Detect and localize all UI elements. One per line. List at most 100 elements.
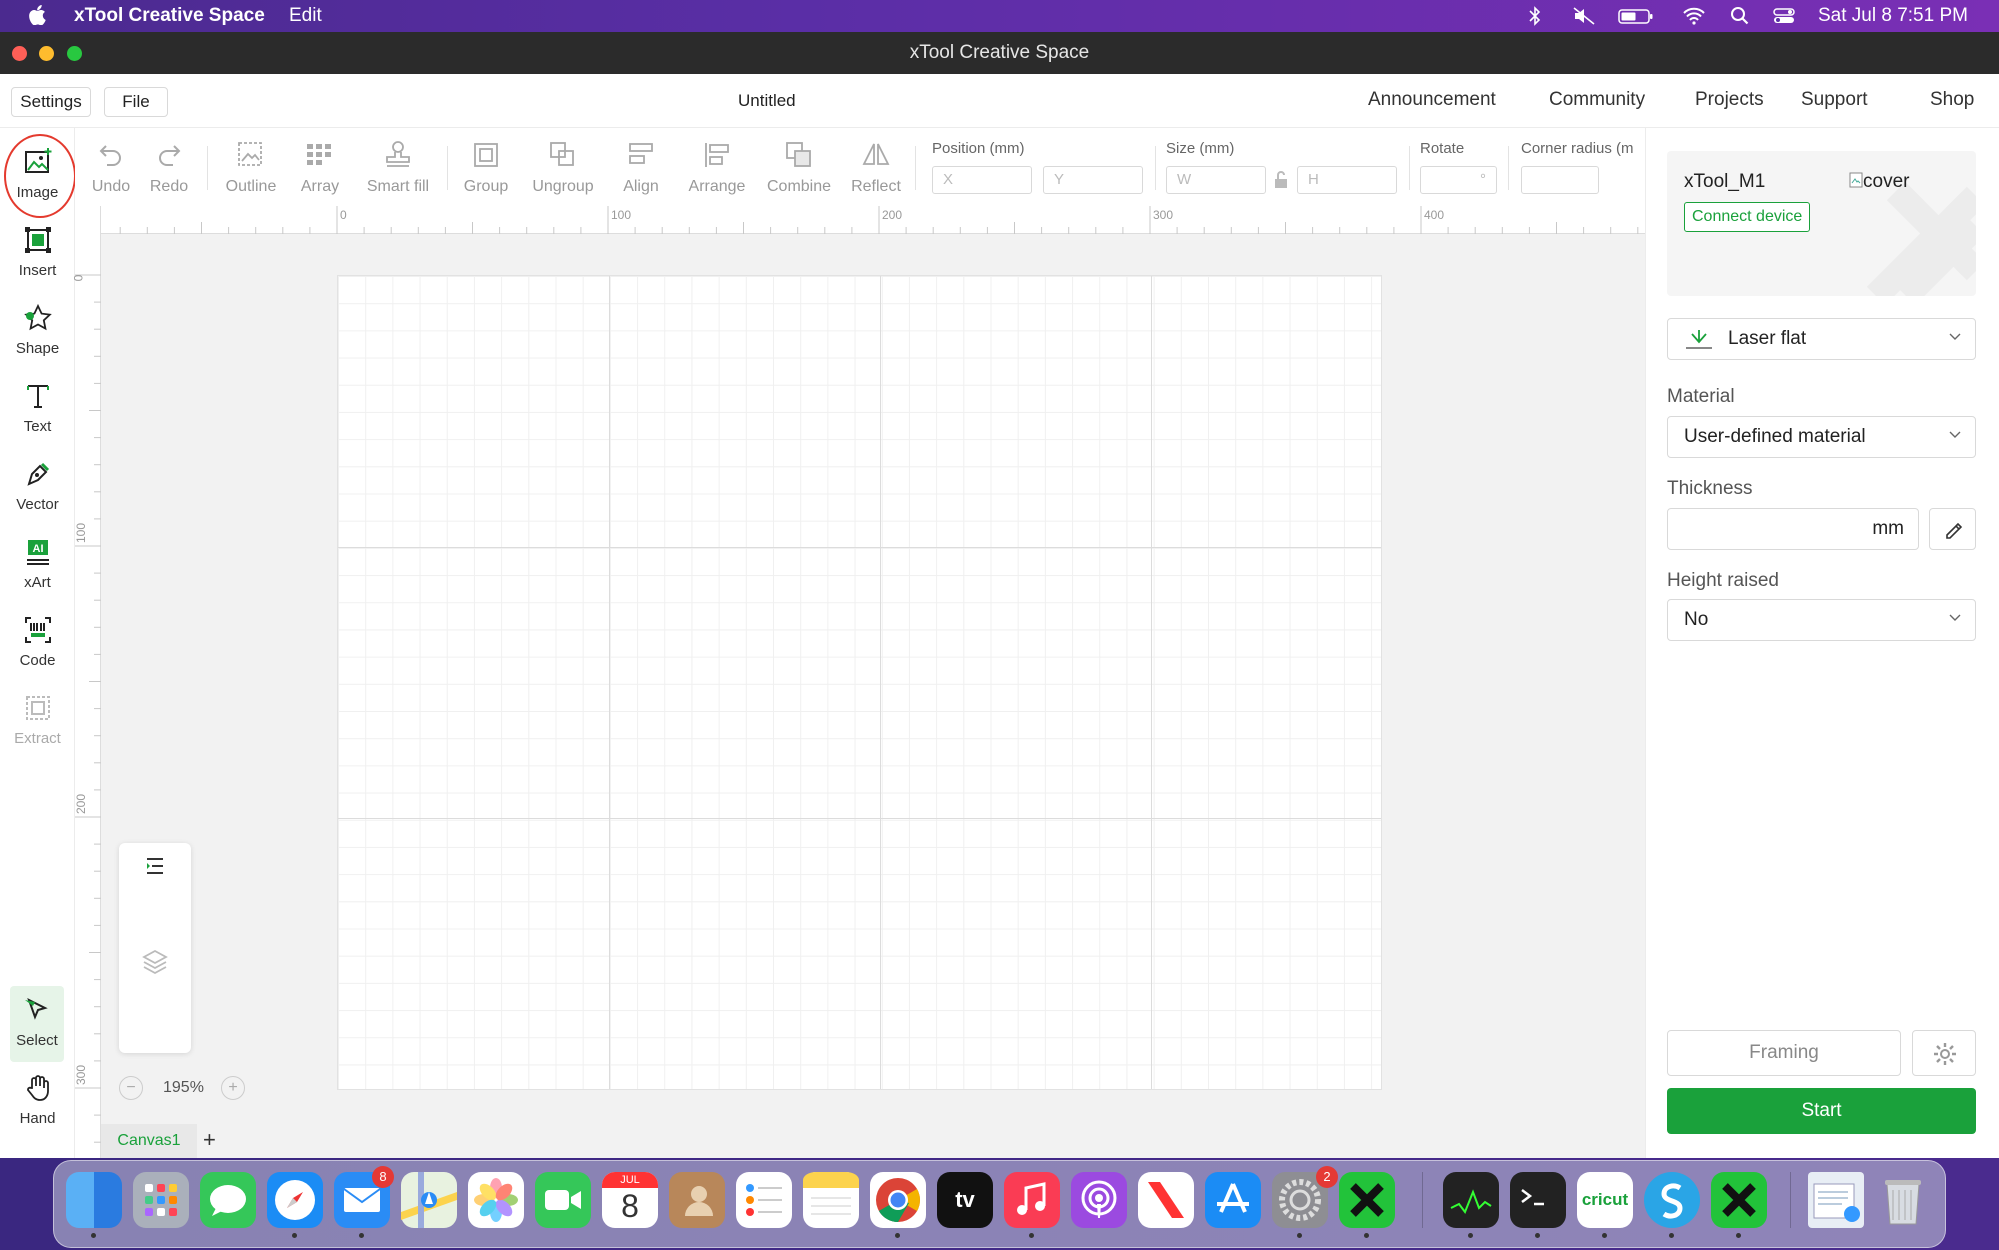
- launchpad-icon[interactable]: [133, 1172, 189, 1228]
- tool-insert[interactable]: Insert: [0, 216, 75, 292]
- downloads-stack-icon[interactable]: [1808, 1172, 1864, 1228]
- minimize-window-button[interactable]: [39, 46, 54, 61]
- thickness-input[interactable]: mm: [1667, 508, 1919, 550]
- combine-button[interactable]: Combine: [761, 140, 837, 200]
- menubar-clock[interactable]: Sat Jul 8 7:51 PM: [1818, 5, 1968, 27]
- xtool-icon[interactable]: [1339, 1172, 1395, 1228]
- battery-icon[interactable]: [1618, 6, 1654, 26]
- align-button[interactable]: Align: [613, 140, 669, 200]
- close-window-button[interactable]: [12, 46, 27, 61]
- rotate-input[interactable]: °: [1420, 166, 1497, 194]
- undo-button[interactable]: Undo: [89, 140, 133, 200]
- tool-select[interactable]: Select: [10, 986, 64, 1062]
- tool-text[interactable]: Text: [0, 372, 75, 448]
- cricut-icon[interactable]: cricut: [1577, 1172, 1633, 1228]
- trash-icon[interactable]: [1875, 1172, 1931, 1228]
- apple-menu-icon[interactable]: [28, 5, 46, 31]
- mute-icon[interactable]: [1572, 6, 1595, 26]
- tool-vector[interactable]: Vector: [0, 450, 75, 526]
- photos-icon[interactable]: [468, 1172, 524, 1228]
- framing-settings-button[interactable]: [1912, 1030, 1976, 1076]
- news-icon[interactable]: [1138, 1172, 1194, 1228]
- start-button[interactable]: Start: [1667, 1088, 1976, 1134]
- measure-thickness-button[interactable]: [1929, 508, 1976, 550]
- reflect-button[interactable]: Reflect: [845, 140, 907, 200]
- zoom-in-button[interactable]: +: [221, 1076, 245, 1100]
- safari-icon[interactable]: [267, 1172, 323, 1228]
- add-canvas-button[interactable]: +: [203, 1127, 216, 1153]
- position-x-input[interactable]: X: [932, 166, 1032, 194]
- activity-monitor-icon[interactable]: [1443, 1172, 1499, 1228]
- contacts-icon[interactable]: [669, 1172, 725, 1228]
- finder-icon[interactable]: [66, 1172, 122, 1228]
- material-dropdown[interactable]: User-defined material: [1667, 416, 1976, 458]
- music-icon[interactable]: [1004, 1172, 1060, 1228]
- processing-mode-dropdown[interactable]: Laser flat: [1667, 318, 1976, 360]
- arrange-icon: [705, 143, 729, 167]
- silhouette-icon[interactable]: [1644, 1172, 1700, 1228]
- tool-extract[interactable]: Extract: [0, 684, 75, 760]
- arrange-button[interactable]: Arrange: [683, 140, 751, 200]
- array-button[interactable]: Array: [295, 140, 345, 200]
- tool-shape[interactable]: Shape: [0, 294, 75, 370]
- control-center-icon[interactable]: [1772, 6, 1796, 26]
- app-menu[interactable]: xTool Creative Space: [74, 5, 265, 27]
- bluetooth-icon[interactable]: [1528, 6, 1550, 26]
- settings-button[interactable]: Settings: [11, 87, 91, 117]
- reminders-icon[interactable]: [736, 1172, 792, 1228]
- zoom-out-button[interactable]: −: [119, 1076, 143, 1100]
- nav-shop[interactable]: Shop: [1930, 89, 1974, 111]
- nav-projects[interactable]: Projects: [1695, 89, 1764, 111]
- spotlight-search-icon[interactable]: [1730, 6, 1752, 26]
- terminal-icon[interactable]: [1510, 1172, 1566, 1228]
- canvas-tab[interactable]: Canvas1: [101, 1124, 197, 1158]
- framing-button[interactable]: Framing: [1667, 1030, 1901, 1076]
- text-icon: [24, 382, 52, 410]
- svg-text:AI: AI: [33, 543, 44, 555]
- corner-radius-input[interactable]: [1521, 166, 1599, 194]
- redo-button[interactable]: Redo: [147, 140, 191, 200]
- maps-icon[interactable]: [401, 1172, 457, 1228]
- app-store-icon[interactable]: [1205, 1172, 1261, 1228]
- combine-icon: [786, 142, 811, 167]
- wifi-icon[interactable]: [1682, 6, 1706, 26]
- edit-menu[interactable]: Edit: [289, 5, 322, 27]
- height-raised-dropdown[interactable]: No: [1667, 599, 1976, 641]
- nav-support[interactable]: Support: [1801, 89, 1868, 111]
- ruler-label: 100: [611, 208, 632, 222]
- ungroup-button[interactable]: Ungroup: [527, 140, 599, 200]
- calendar-month: JUL: [602, 1172, 658, 1188]
- lock-ratio-icon[interactable]: [1273, 170, 1289, 195]
- smart-fill-button[interactable]: Smart fill: [361, 140, 435, 200]
- zoom-window-button[interactable]: [67, 46, 82, 61]
- size-w-input[interactable]: W: [1166, 166, 1266, 194]
- tool-xart[interactable]: AI xArt: [0, 528, 75, 604]
- tool-code[interactable]: Code: [0, 606, 75, 682]
- work-area-board[interactable]: [337, 275, 1382, 1090]
- tool-hand[interactable]: Hand: [0, 1064, 75, 1140]
- group-icon: [474, 143, 498, 167]
- calendar-icon[interactable]: JUL 8: [602, 1172, 658, 1228]
- connect-device-button[interactable]: Connect device: [1684, 202, 1811, 232]
- ruler-pen-icon: [1946, 522, 1963, 539]
- apple-tv-icon[interactable]: tv: [937, 1172, 993, 1228]
- running-indicator: [1535, 1233, 1540, 1238]
- facetime-icon[interactable]: [535, 1172, 591, 1228]
- align-label: Align: [623, 178, 659, 195]
- chrome-icon[interactable]: [870, 1172, 926, 1228]
- outline-icon: [238, 142, 262, 166]
- layer-list-icon[interactable]: [145, 857, 165, 880]
- messages-icon[interactable]: [200, 1172, 256, 1228]
- size-h-input[interactable]: H: [1297, 166, 1397, 194]
- material-value: User-defined material: [1684, 426, 1866, 447]
- nav-community[interactable]: Community: [1549, 89, 1645, 111]
- podcasts-icon[interactable]: [1071, 1172, 1127, 1228]
- position-y-input[interactable]: Y: [1043, 166, 1143, 194]
- outline-button[interactable]: Outline: [221, 140, 281, 200]
- layers-icon[interactable]: [141, 947, 169, 980]
- file-button[interactable]: File: [104, 87, 168, 117]
- nav-announcement[interactable]: Announcement: [1368, 89, 1496, 111]
- xtool-studio-icon[interactable]: [1711, 1172, 1767, 1228]
- group-button[interactable]: Group: [459, 140, 513, 200]
- notes-icon[interactable]: [803, 1172, 859, 1228]
